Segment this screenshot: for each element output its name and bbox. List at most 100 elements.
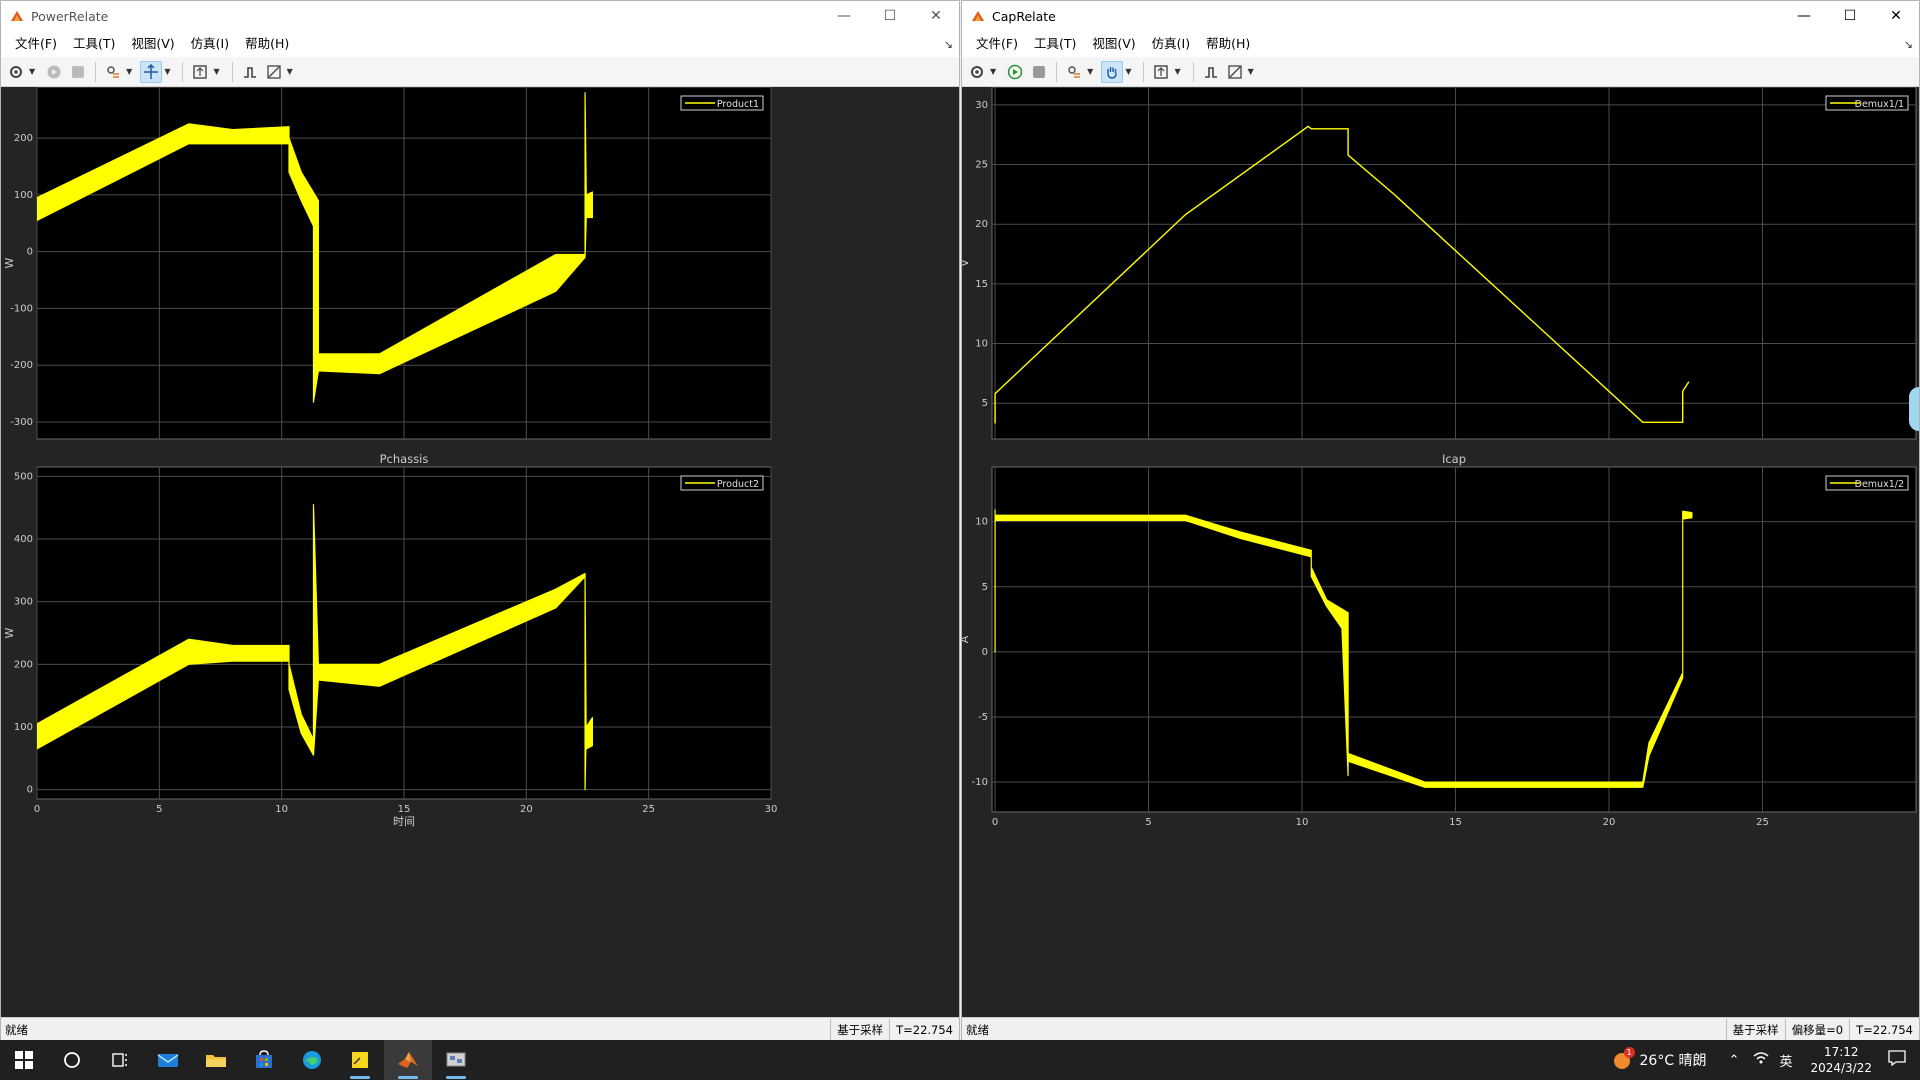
toolbar-divider	[182, 61, 184, 82]
fit-to-view-icon[interactable]	[1150, 61, 1172, 83]
edge-browser-icon[interactable]	[288, 1040, 336, 1080]
chevron-down-icon[interactable]: ▼	[29, 67, 35, 76]
close-button[interactable]: ✕	[913, 1, 959, 31]
window-title: CapRelate	[992, 8, 1056, 24]
x-tick-label: 5	[156, 804, 162, 815]
plot-title: Pchassis	[380, 452, 429, 466]
x-tick-label: 0	[992, 817, 998, 828]
close-button[interactable]: ✕	[1873, 1, 1919, 31]
weather-text[interactable]: 26°C 晴朗	[1640, 1050, 1707, 1070]
run-icon[interactable]	[43, 61, 65, 83]
clock-date: 2024/3/22	[1810, 1061, 1872, 1075]
chevron-up-icon[interactable]: ⌃	[1729, 1053, 1740, 1068]
legend: Demux1/2	[1825, 475, 1909, 491]
store-icon[interactable]	[240, 1040, 288, 1080]
plot-background	[991, 87, 1917, 440]
toolbar-divider	[1192, 61, 1194, 82]
title-bar[interactable]: PowerRelate — ☐ ✕	[1, 1, 959, 31]
fit-to-view-icon[interactable]	[189, 61, 211, 83]
x-tick-label: 25	[642, 804, 655, 815]
menu-file[interactable]: 文件(F)	[968, 31, 1026, 57]
toolbar: ▼ ▼ ▼ ▼ ▼	[962, 57, 1919, 87]
stop-icon[interactable]	[1028, 61, 1050, 83]
clock[interactable]: 17:12 2024/3/22	[1800, 1044, 1882, 1076]
x-tick-label: 20	[1603, 817, 1616, 828]
chevron-down-icon[interactable]: ▼	[213, 67, 219, 76]
y-tick-label: -200	[10, 360, 33, 371]
plot-area: Vcap51015202530VDemux1/1Icap0510152025-1…	[962, 87, 1919, 1017]
simulink-app-icon[interactable]	[432, 1040, 480, 1080]
x-tick-label: 30	[765, 804, 778, 815]
file-explorer-icon[interactable]	[192, 1040, 240, 1080]
pin-icon[interactable]: ↘	[1904, 38, 1913, 51]
matlab-scope-icon	[9, 8, 25, 24]
menu-simulation[interactable]: 仿真(I)	[1144, 31, 1198, 57]
system-tray: 1 26°C 晴朗 ⌃ 英 17:12 2024/3/22	[1612, 1040, 1920, 1080]
toolbar-divider	[231, 61, 233, 82]
x-tick-label: 10	[275, 804, 288, 815]
chevron-down-icon[interactable]: ▼	[1248, 67, 1254, 76]
status-bar: 就绪 基于采样 偏移量=0 T=22.754	[962, 1017, 1919, 1041]
clock-time: 17:12	[1823, 1045, 1859, 1059]
side-panel-tab[interactable]	[1909, 387, 1919, 431]
ime-indicator[interactable]: 英	[1779, 1051, 1792, 1070]
menu-bar: 文件(F) 工具(T) 视图(V) 仿真(I) 帮助(H) ↘	[962, 31, 1919, 57]
y-tick-label: 15	[975, 279, 988, 290]
mail-icon[interactable]	[144, 1040, 192, 1080]
search-circle-icon[interactable]	[48, 1040, 96, 1080]
y-tick-label: 20	[975, 219, 988, 230]
stop-icon[interactable]	[67, 61, 89, 83]
chevron-down-icon[interactable]: ▼	[990, 67, 996, 76]
weather-sun-icon[interactable]: 1	[1612, 1047, 1635, 1071]
maximize-button[interactable]: ☐	[1827, 1, 1873, 31]
scope-axes-icap: Icap 0 5 10 15 20 25 -10 -5 0 5 10 A Demux1/2	[962, 452, 1917, 828]
chevron-down-icon[interactable]: ▼	[1125, 67, 1131, 76]
legend: Demux1/1	[1825, 95, 1909, 111]
sticky-notes-icon[interactable]	[336, 1040, 384, 1080]
maximize-button[interactable]: ☐	[867, 1, 913, 31]
matlab-icon[interactable]	[384, 1040, 432, 1080]
settings-gear-icon[interactable]	[5, 61, 27, 83]
toolbar: ▼ ▼ ▼ ▼ ▼	[1, 57, 959, 87]
menu-help[interactable]: 帮助(H)	[1198, 31, 1258, 57]
triggers-icon[interactable]	[1200, 61, 1222, 83]
task-view-icon[interactable]	[96, 1040, 144, 1080]
menu-view[interactable]: 视图(V)	[1084, 31, 1143, 57]
chevron-down-icon[interactable]: ▼	[164, 67, 170, 76]
menu-view[interactable]: 视图(V)	[123, 31, 182, 57]
menu-file[interactable]: 文件(F)	[7, 31, 65, 57]
x-tick-label: 20	[520, 804, 533, 815]
zoom-cursor-icon[interactable]	[140, 60, 163, 83]
caprelate-window: CapRelate — ☐ ✕ 文件(F) 工具(T) 视图(V) 仿真(I) …	[961, 0, 1920, 1041]
legend-label: Demux1/1	[1855, 99, 1904, 110]
y-tick-label: 100	[14, 722, 33, 733]
chevron-down-icon[interactable]: ▼	[287, 67, 293, 76]
triggers-icon[interactable]	[239, 61, 261, 83]
pin-icon[interactable]: ↘	[944, 38, 953, 51]
measurements-icon[interactable]	[263, 61, 285, 83]
chevron-down-icon[interactable]: ▼	[1087, 67, 1093, 76]
y-tick-label: 0	[982, 647, 988, 658]
settings-gear-icon[interactable]	[966, 61, 988, 83]
notification-center-icon[interactable]	[1888, 1050, 1906, 1070]
minimize-button[interactable]: —	[821, 1, 867, 31]
y-tick-label: 200	[14, 659, 33, 670]
menu-simulation[interactable]: 仿真(I)	[183, 31, 237, 57]
chevron-down-icon[interactable]: ▼	[1174, 67, 1180, 76]
pan-hand-icon[interactable]	[1101, 60, 1124, 83]
measurements-icon[interactable]	[1224, 61, 1246, 83]
windows-start-icon[interactable]	[0, 1040, 48, 1080]
highlight-block-icon[interactable]	[1063, 61, 1085, 83]
menu-tools[interactable]: 工具(T)	[1026, 31, 1084, 57]
menu-help[interactable]: 帮助(H)	[237, 31, 297, 57]
minimize-button[interactable]: —	[1781, 1, 1827, 31]
y-tick-label: 5	[982, 398, 988, 409]
chevron-down-icon[interactable]: ▼	[126, 67, 132, 76]
legend: Product2	[680, 475, 764, 491]
menu-tools[interactable]: 工具(T)	[65, 31, 123, 57]
run-icon[interactable]	[1004, 61, 1026, 83]
y-tick-label: -10	[972, 777, 988, 788]
wifi-icon[interactable]	[1753, 1051, 1769, 1069]
title-bar[interactable]: CapRelate — ☐ ✕	[962, 1, 1919, 31]
highlight-block-icon[interactable]	[102, 61, 124, 83]
